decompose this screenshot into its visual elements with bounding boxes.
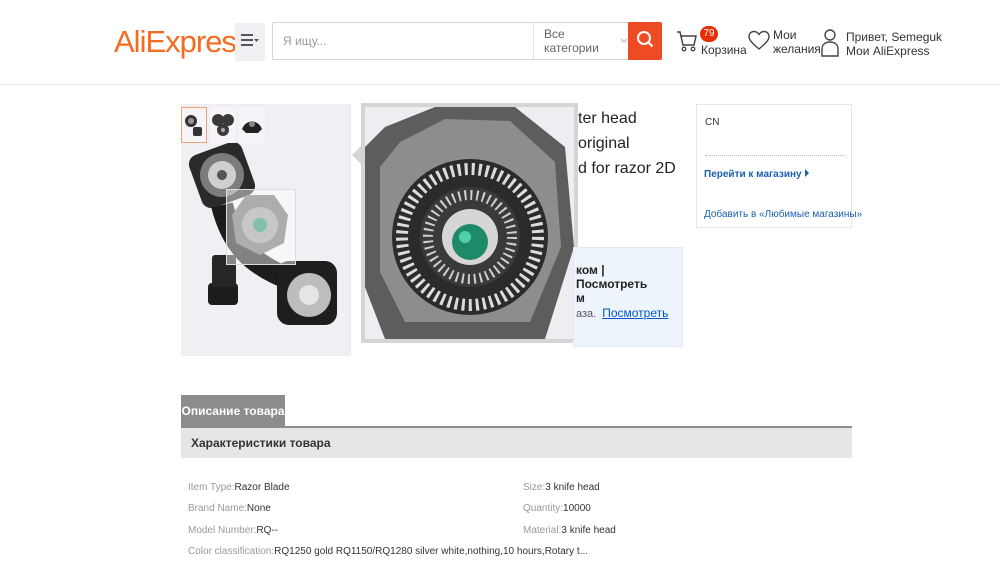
thumbnail-3[interactable] bbox=[239, 107, 265, 143]
wishlist-label-line2: желания bbox=[773, 42, 821, 56]
spec-key: Quantity: bbox=[523, 503, 564, 514]
spec-key: Color classification: bbox=[188, 546, 275, 557]
info-line1: ком | Посмотреть bbox=[576, 263, 648, 291]
product-title-line2: d for razor 2D bbox=[578, 160, 676, 177]
zoom-pointer bbox=[352, 146, 361, 164]
spec-item: Brand Name:None bbox=[188, 503, 271, 514]
cart-icon bbox=[676, 28, 698, 57]
info-footnote-text: аза. bbox=[576, 308, 597, 320]
user-icon bbox=[820, 27, 840, 60]
spec-value: 10000 bbox=[563, 503, 591, 514]
spec-key: Material: bbox=[523, 525, 562, 536]
spec-value: RQ-- bbox=[256, 525, 279, 536]
my-aliexpress-label: Мои AliExpress bbox=[846, 43, 930, 58]
go-to-store-label: Перейти к магазину bbox=[704, 169, 802, 180]
logo-text: AliExpress bbox=[114, 24, 251, 59]
zoom-preview bbox=[361, 103, 578, 343]
spec-key: Item Type: bbox=[188, 482, 235, 493]
spec-item: Color classification:RQ1250 gold RQ1150/… bbox=[188, 546, 588, 557]
wishlist-link[interactable]: Мои желания bbox=[748, 28, 821, 56]
chevron-down-icon bbox=[620, 36, 628, 47]
spec-value: Razor Blade bbox=[234, 482, 290, 493]
thumbnail-2[interactable] bbox=[210, 107, 236, 143]
cart-count-badge: 79 bbox=[700, 26, 718, 42]
add-favorite-store-link[interactable]: Добавить в «Любимые магазины» bbox=[704, 209, 862, 220]
caret-right-icon bbox=[804, 169, 810, 180]
category-select[interactable]: Все категории bbox=[533, 23, 628, 59]
tab-description[interactable]: Описание товара bbox=[181, 395, 285, 427]
zoom-lens bbox=[226, 189, 296, 265]
go-to-store-link[interactable]: Перейти к магазину bbox=[704, 169, 810, 180]
spec-item: Model Number:RQ-- bbox=[188, 525, 278, 536]
store-divider bbox=[705, 155, 845, 156]
product-title-line1: ter head original bbox=[578, 110, 637, 152]
spec-item: Size:3 knife head bbox=[523, 482, 600, 493]
spec-item: Quantity:10000 bbox=[523, 503, 591, 514]
search-icon bbox=[636, 30, 654, 53]
info-line1b: м bbox=[576, 291, 585, 305]
search-button[interactable] bbox=[628, 22, 662, 60]
product-title: ter head original d for razor 2D bbox=[578, 106, 688, 181]
category-select-label: Все категории bbox=[544, 27, 599, 55]
account-link[interactable]: Привет, Semeguk Мои AliExpress bbox=[820, 27, 942, 60]
spec-value: 3 knife head bbox=[545, 482, 600, 493]
account-greeting: Привет, Semeguk bbox=[846, 29, 943, 44]
hamburger-menu-icon bbox=[241, 33, 259, 52]
spec-key: Brand Name: bbox=[188, 503, 247, 514]
spec-value: 3 knife head bbox=[561, 525, 616, 536]
thumbnail-1[interactable] bbox=[181, 107, 207, 143]
store-country: CN bbox=[705, 117, 720, 128]
spec-key: Model Number: bbox=[188, 525, 257, 536]
spec-item: Item Type:Razor Blade bbox=[188, 482, 290, 493]
cart-label: Корзина bbox=[701, 43, 747, 57]
spec-value: RQ1250 gold RQ1150/RQ1280 silver white,n… bbox=[274, 546, 589, 557]
info-footnote: аза. Посмотреть bbox=[576, 306, 668, 320]
search-input[interactable] bbox=[273, 23, 531, 59]
view-link[interactable]: Посмотреть bbox=[602, 306, 668, 320]
heart-icon bbox=[748, 30, 770, 55]
category-menu-button[interactable] bbox=[235, 23, 265, 61]
info-text: ком | Посмотреть м bbox=[576, 263, 676, 305]
wishlist-label-line1: Мои bbox=[773, 28, 797, 42]
spec-value: None bbox=[246, 503, 271, 514]
specs-heading: Характеристики товара bbox=[181, 428, 852, 458]
spec-key: Size: bbox=[523, 482, 546, 493]
spec-item: Material:3 knife head bbox=[523, 525, 616, 536]
